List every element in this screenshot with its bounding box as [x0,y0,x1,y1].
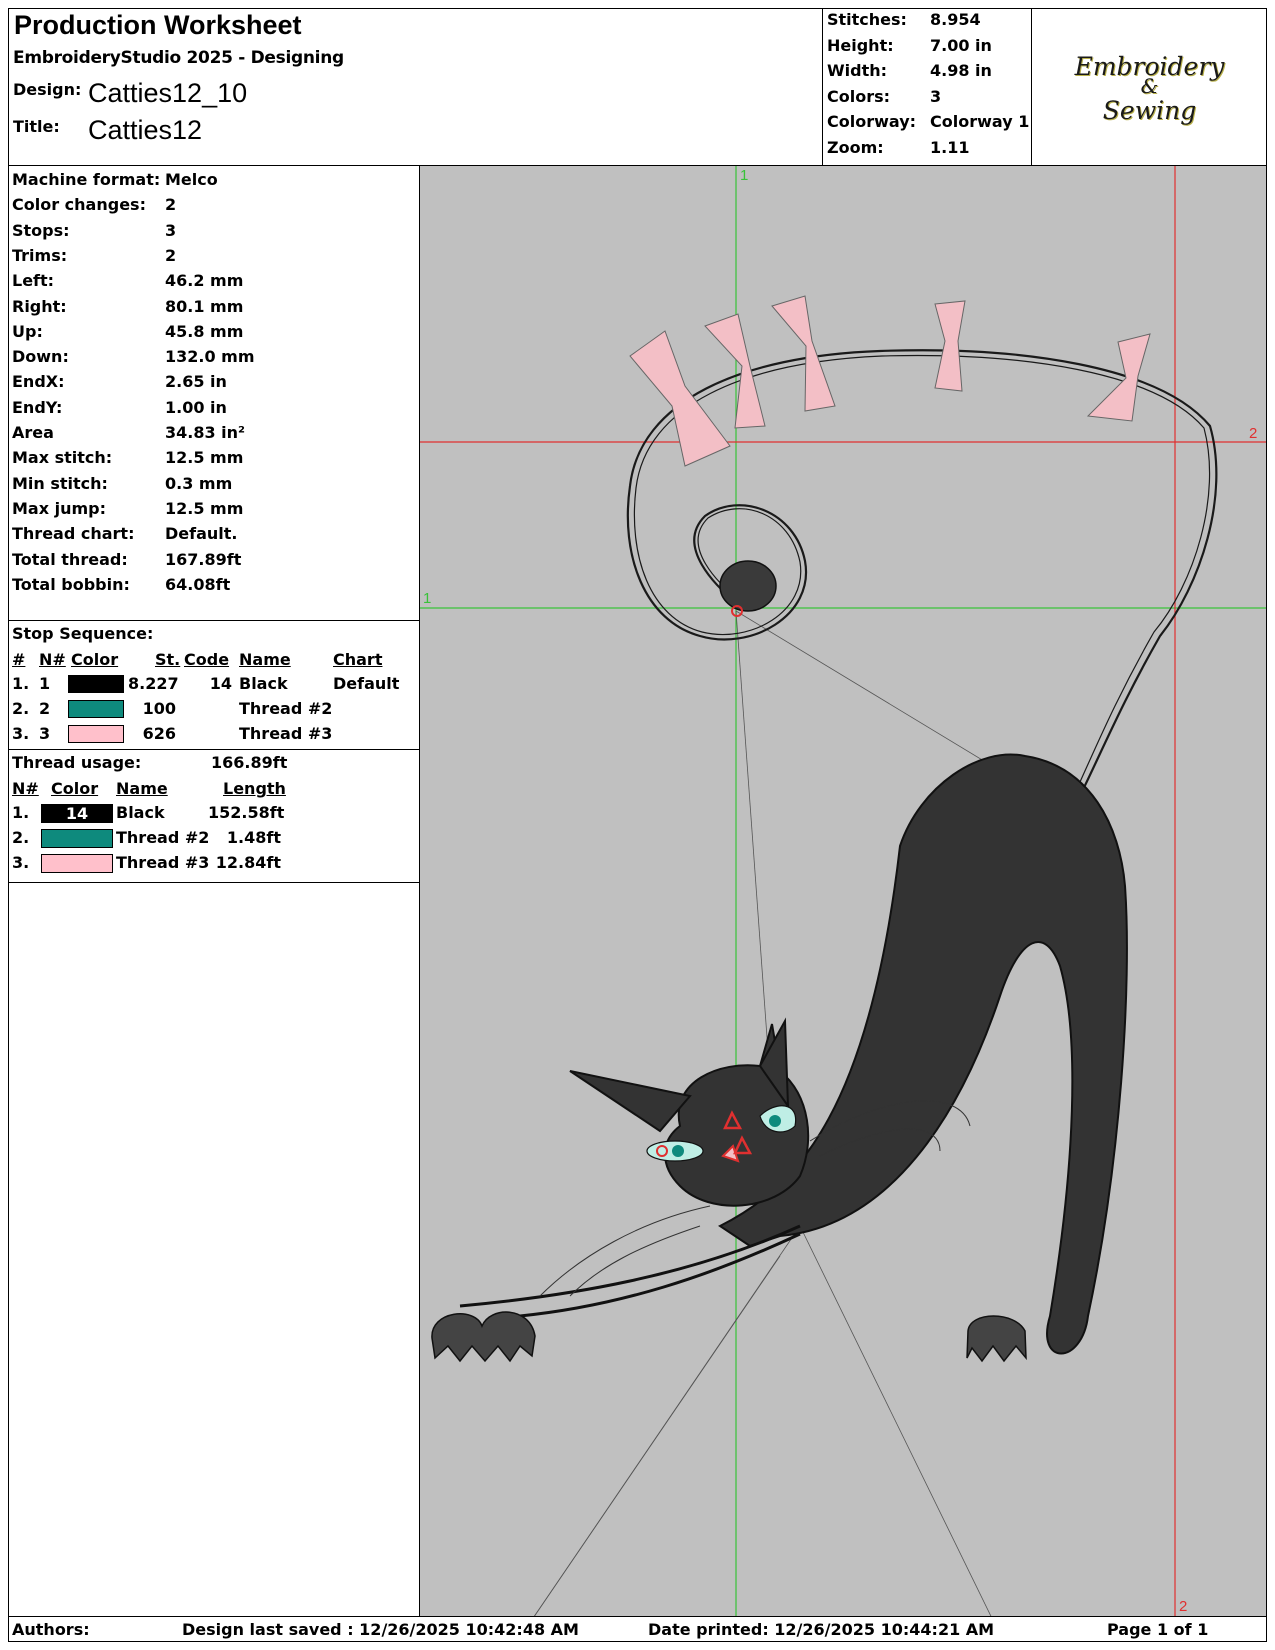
page-border [8,8,1267,1642]
